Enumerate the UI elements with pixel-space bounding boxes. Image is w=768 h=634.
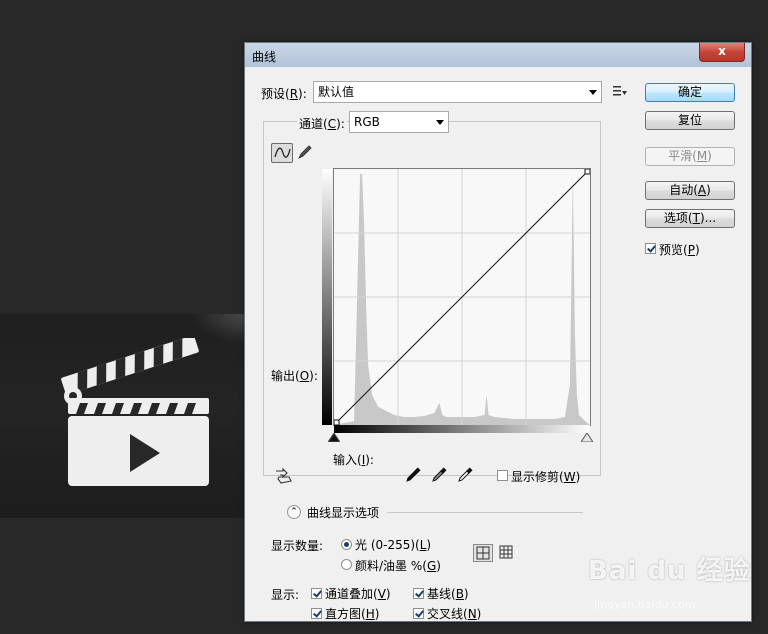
preview-label: 预览(P)	[659, 243, 700, 257]
histogram-checkbox[interactable]	[311, 608, 322, 619]
pigment-label: 颜料/油墨 %(G)	[355, 559, 441, 573]
channel-value: RGB	[354, 115, 380, 129]
black-eyedropper-icon[interactable]	[405, 467, 421, 483]
preset-select[interactable]: 默认值	[313, 81, 602, 103]
close-button[interactable]: x	[699, 43, 745, 62]
preset-options-icon[interactable]	[613, 85, 627, 97]
pencil-icon	[298, 145, 312, 159]
light-label: 光 (0-255)(L)	[355, 538, 432, 552]
curve-chart	[333, 168, 591, 426]
preset-value: 默认值	[318, 85, 355, 99]
detailed-grid-button[interactable]	[497, 544, 517, 562]
white-point-slider[interactable]	[581, 433, 593, 442]
reset-button[interactable]: 复位	[645, 111, 735, 130]
show-clipping-label: 显示修剪(W)	[511, 470, 581, 484]
smooth-button[interactable]: 平滑(M)	[645, 147, 735, 166]
black-point-slider[interactable]	[328, 433, 340, 442]
channel-overlay-label: 通道叠加(V)	[325, 587, 391, 601]
watermark-logo: Bai du 经验	[588, 556, 751, 586]
display-options-header: 曲线显示选项	[307, 506, 380, 520]
divider	[387, 512, 583, 513]
collapse-options-button[interactable]: ⌃	[287, 505, 301, 519]
close-icon: x	[718, 44, 726, 58]
white-eyedropper-icon[interactable]	[457, 467, 473, 483]
preset-label: 预设(R):	[261, 87, 307, 101]
curve-graph[interactable]	[333, 168, 591, 426]
baseline-label: 基线(B)	[427, 587, 469, 601]
curves-dialog: 曲线 x 预设(R): 默认值 通道(C): RGB 输出(O): 输入(I):…	[244, 42, 752, 622]
grid-4x4-icon	[476, 546, 490, 560]
simple-grid-button[interactable]	[473, 544, 493, 562]
curve-point[interactable]	[584, 168, 591, 175]
channel-overlay-checkbox[interactable]	[311, 588, 322, 599]
display-amount-label: 显示数量:	[271, 539, 324, 553]
curve-icon	[274, 147, 291, 158]
chevron-down-icon	[436, 120, 444, 125]
channel-select[interactable]: RGB	[349, 111, 449, 133]
light-radio[interactable]	[341, 539, 352, 550]
hand-adjust-icon[interactable]	[273, 467, 295, 485]
show-clipping-checkbox[interactable]	[497, 470, 508, 481]
chevron-up-icon: ⌃	[290, 507, 298, 517]
preview-checkbox[interactable]	[645, 243, 656, 254]
dialog-title: 曲线	[252, 50, 277, 64]
output-label: 输出(O):	[271, 369, 318, 383]
chevron-down-icon	[589, 90, 597, 95]
intersection-checkbox[interactable]	[413, 608, 424, 619]
gray-eyedropper-icon[interactable]	[431, 467, 447, 483]
options-button[interactable]: 选项(T)...	[645, 209, 735, 228]
pigment-radio[interactable]	[341, 559, 352, 570]
output-gradient	[322, 169, 332, 425]
curve-point-tool[interactable]	[271, 143, 293, 163]
watermark-url: jingyan.baidu.com	[594, 598, 696, 611]
pencil-tool[interactable]	[295, 143, 317, 163]
input-label: 输入(I):	[333, 453, 374, 467]
channel-label: 通道(C):	[297, 115, 347, 132]
histogram-label: 直方图(H)	[325, 607, 380, 621]
dialog-content: 预设(R): 默认值 通道(C): RGB 输出(O): 输入(I): 显示修剪…	[251, 67, 745, 621]
show-label: 显示:	[271, 588, 300, 602]
title-bar[interactable]: 曲线 x	[245, 43, 751, 67]
intersection-label: 交叉线(N)	[427, 607, 482, 621]
clapperboard-icon	[61, 338, 209, 486]
grid-10x10-icon	[499, 545, 513, 559]
baseline-checkbox[interactable]	[413, 588, 424, 599]
input-gradient	[334, 425, 590, 433]
auto-button[interactable]: 自动(A)	[645, 181, 735, 200]
ok-button[interactable]: 确定	[645, 83, 735, 102]
